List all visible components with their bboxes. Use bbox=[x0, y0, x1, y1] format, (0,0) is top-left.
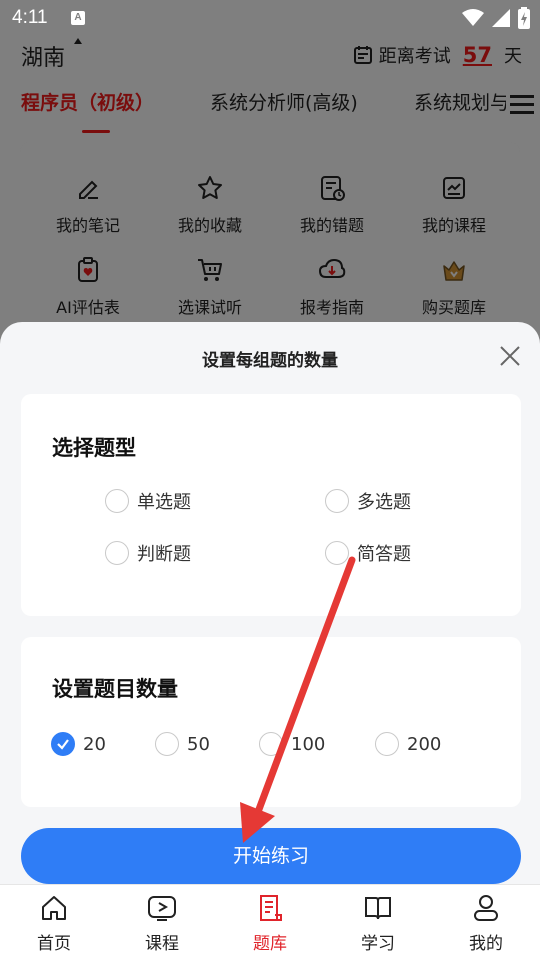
battery-icon bbox=[518, 7, 530, 29]
shortcut-notes[interactable]: 我的笔记 bbox=[33, 174, 143, 236]
course-icon bbox=[443, 177, 465, 199]
nav-label: 课程 bbox=[145, 934, 179, 954]
nav-label: 题库 bbox=[253, 934, 287, 954]
nav-study[interactable]: 学习 bbox=[324, 893, 432, 954]
question-count-sheet: 设置每组题的数量 选择题型 单选题 多选题 判断题 简答题 设置题目数量 20 bbox=[0, 322, 540, 884]
option-short-answer[interactable]: 简答题 bbox=[325, 540, 411, 566]
book-icon bbox=[365, 897, 391, 920]
nav-home[interactable]: 首页 bbox=[0, 893, 108, 954]
tab-programmer[interactable]: 程序员（初级） bbox=[21, 88, 154, 115]
nav-question-bank[interactable]: 题库 bbox=[216, 893, 324, 954]
question-count-card: 设置题目数量 20 50 100 200 bbox=[21, 637, 521, 807]
option-multiple-choice[interactable]: 多选题 bbox=[325, 488, 411, 514]
cloud-download-icon bbox=[318, 258, 346, 278]
option-label: 判断题 bbox=[137, 544, 191, 565]
option-label: 多选题 bbox=[357, 492, 411, 513]
question-type-card: 选择题型 单选题 多选题 判断题 简答题 bbox=[21, 394, 521, 616]
status-icons bbox=[462, 7, 530, 29]
option-label: 20 bbox=[83, 733, 106, 755]
option-label: 简答题 bbox=[357, 544, 411, 565]
menu-icon bbox=[510, 95, 534, 98]
exam-tabs: 程序员（初级） 系统分析师(高级) 系统规划与 bbox=[0, 84, 540, 128]
nav-label: 学习 bbox=[361, 934, 395, 954]
option-label: 50 bbox=[187, 733, 210, 755]
option-single-choice[interactable]: 单选题 bbox=[105, 488, 191, 514]
option-label: 200 bbox=[407, 733, 442, 755]
shortcut-buy-question-bank[interactable]: 购买题库 bbox=[399, 256, 509, 318]
region-selector[interactable]: 湖南 bbox=[21, 40, 65, 72]
count-option-200[interactable]: 200 bbox=[375, 732, 441, 756]
shortcut-ai-assessment[interactable]: AI评估表 bbox=[33, 256, 143, 318]
count-option-50[interactable]: 50 bbox=[155, 732, 210, 756]
shortcut-label: 选课试听 bbox=[177, 298, 242, 317]
wifi-icon bbox=[462, 9, 484, 26]
shortcut-label: 我的错题 bbox=[299, 216, 364, 235]
option-true-false[interactable]: 判断题 bbox=[105, 540, 191, 566]
start-practice-button[interactable]: 开始练习 bbox=[21, 828, 521, 884]
wrong-questions-icon bbox=[321, 176, 345, 201]
tabs-menu-button[interactable] bbox=[506, 90, 540, 120]
star-icon bbox=[198, 176, 222, 199]
radio-checked[interactable] bbox=[51, 732, 75, 756]
radio-button[interactable] bbox=[325, 489, 349, 513]
tab-system-planning[interactable]: 系统规划与 bbox=[414, 88, 509, 115]
clipboard-heart-icon bbox=[78, 257, 98, 282]
shortcut-label: 我的笔记 bbox=[55, 216, 120, 235]
shortcut-courses[interactable]: 我的课程 bbox=[399, 174, 509, 236]
tab-system-analyst[interactable]: 系统分析师(高级) bbox=[210, 88, 358, 115]
notification-icon: A bbox=[71, 11, 85, 25]
shortcut-label: 报考指南 bbox=[299, 298, 364, 317]
shortcut-label: 购买题库 bbox=[421, 298, 486, 317]
option-label: 单选题 bbox=[137, 492, 191, 513]
sheet-title: 设置每组题的数量 bbox=[202, 351, 338, 371]
nav-label: 首页 bbox=[37, 934, 71, 954]
check-icon bbox=[57, 739, 69, 750]
status-bar: 4:11 A bbox=[0, 0, 540, 34]
shortcut-label: 我的课程 bbox=[421, 216, 486, 235]
countdown-suffix: 天 bbox=[504, 46, 522, 67]
cart-icon bbox=[198, 259, 222, 281]
count-option-20[interactable]: 20 bbox=[51, 732, 106, 756]
signal-icon bbox=[492, 9, 510, 27]
bottom-nav: 首页 课程 题库 学习 我的 bbox=[0, 884, 540, 960]
caret-up-icon bbox=[74, 38, 82, 44]
exam-countdown: 距离考试 57 天 bbox=[353, 42, 522, 68]
user-icon bbox=[474, 895, 498, 921]
shortcut-exam-guide[interactable]: 报考指南 bbox=[277, 256, 387, 318]
radio-button[interactable] bbox=[105, 541, 129, 565]
nav-courses[interactable]: 课程 bbox=[108, 893, 216, 954]
question-type-heading: 选择题型 bbox=[52, 436, 136, 460]
radio-button[interactable] bbox=[155, 732, 179, 756]
crown-bag-icon bbox=[443, 261, 465, 281]
status-time: 4:11 bbox=[12, 7, 48, 28]
shortcut-trial-class[interactable]: 选课试听 bbox=[155, 256, 265, 318]
option-label: 100 bbox=[291, 733, 326, 755]
nav-profile[interactable]: 我的 bbox=[432, 893, 540, 954]
nav-label: 我的 bbox=[469, 934, 503, 954]
shortcut-label: 我的收藏 bbox=[177, 216, 242, 235]
radio-button[interactable] bbox=[259, 732, 283, 756]
radio-button[interactable] bbox=[375, 732, 399, 756]
home-icon bbox=[42, 896, 66, 920]
shortcut-label: AI评估表 bbox=[56, 298, 120, 317]
shortcut-favorites[interactable]: 我的收藏 bbox=[155, 174, 265, 236]
countdown-days: 57 bbox=[462, 43, 492, 67]
radio-button[interactable] bbox=[105, 489, 129, 513]
shortcut-grid: 我的笔记 我的收藏 我的错题 我的课程 AI评估表 选课试听 报考指南 购买题库 bbox=[20, 142, 520, 342]
count-option-100[interactable]: 100 bbox=[259, 732, 325, 756]
video-play-icon bbox=[148, 896, 176, 921]
countdown-prefix: 距离考试 bbox=[378, 46, 451, 67]
shortcut-wrong-questions[interactable]: 我的错题 bbox=[277, 174, 387, 236]
calendar-icon bbox=[353, 46, 372, 64]
radio-button[interactable] bbox=[325, 541, 349, 565]
question-count-heading: 设置题目数量 bbox=[52, 677, 178, 701]
note-edit-icon bbox=[79, 180, 98, 199]
active-tab-indicator bbox=[82, 130, 110, 133]
close-icon[interactable] bbox=[498, 344, 522, 368]
question-bank-icon bbox=[260, 895, 282, 921]
